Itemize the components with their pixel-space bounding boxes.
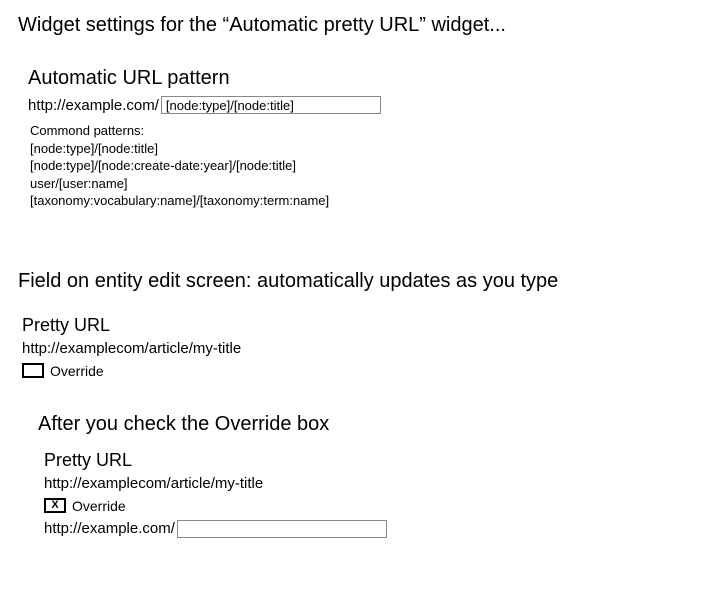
widget-settings-section: Automatic URL pattern http://example.com… — [18, 67, 700, 210]
pattern-input[interactable] — [161, 96, 381, 114]
override-input-row: http://example.com/ — [44, 520, 700, 538]
override-row: Override — [22, 363, 700, 379]
pretty-url-value-after: http://examplecom/article/my-title — [44, 475, 700, 492]
pattern-input-row: http://example.com/ — [28, 96, 700, 114]
url-prefix-after: http://example.com/ — [44, 520, 175, 537]
hints-title: Commond patterns: — [30, 122, 700, 140]
override-label-after: Override — [72, 498, 126, 514]
entity-edit-section: Field on entity edit screen: automatical… — [18, 270, 700, 379]
hint-line: [node:type]/[node:title] — [30, 140, 700, 158]
override-url-input[interactable] — [177, 520, 387, 538]
page-title: Widget settings for the “Automatic prett… — [18, 14, 700, 37]
after-heading: After you check the Override box — [38, 413, 700, 436]
entity-edit-heading: Field on entity edit screen: automatical… — [18, 270, 700, 293]
hint-line: [node:type]/[node:create-date:year]/[nod… — [30, 157, 700, 175]
pretty-url-label-after: Pretty URL — [44, 450, 700, 471]
hint-line: [taxonomy:vocabulary:name]/[taxonomy:ter… — [30, 192, 700, 210]
after-override-section: After you check the Override box Pretty … — [18, 413, 700, 538]
pretty-url-value: http://examplecom/article/my-title — [22, 340, 700, 357]
override-label: Override — [50, 363, 104, 379]
pattern-hints: Commond patterns: [node:type]/[node:titl… — [28, 122, 700, 210]
pattern-heading: Automatic URL pattern — [28, 67, 700, 90]
override-checkbox[interactable] — [22, 363, 44, 378]
override-checkbox-checked[interactable]: X — [44, 498, 66, 513]
url-prefix-label: http://example.com/ — [28, 97, 159, 114]
hint-line: user/[user:name] — [30, 175, 700, 193]
pretty-url-label: Pretty URL — [22, 315, 700, 336]
override-row-checked: X Override — [44, 498, 700, 514]
